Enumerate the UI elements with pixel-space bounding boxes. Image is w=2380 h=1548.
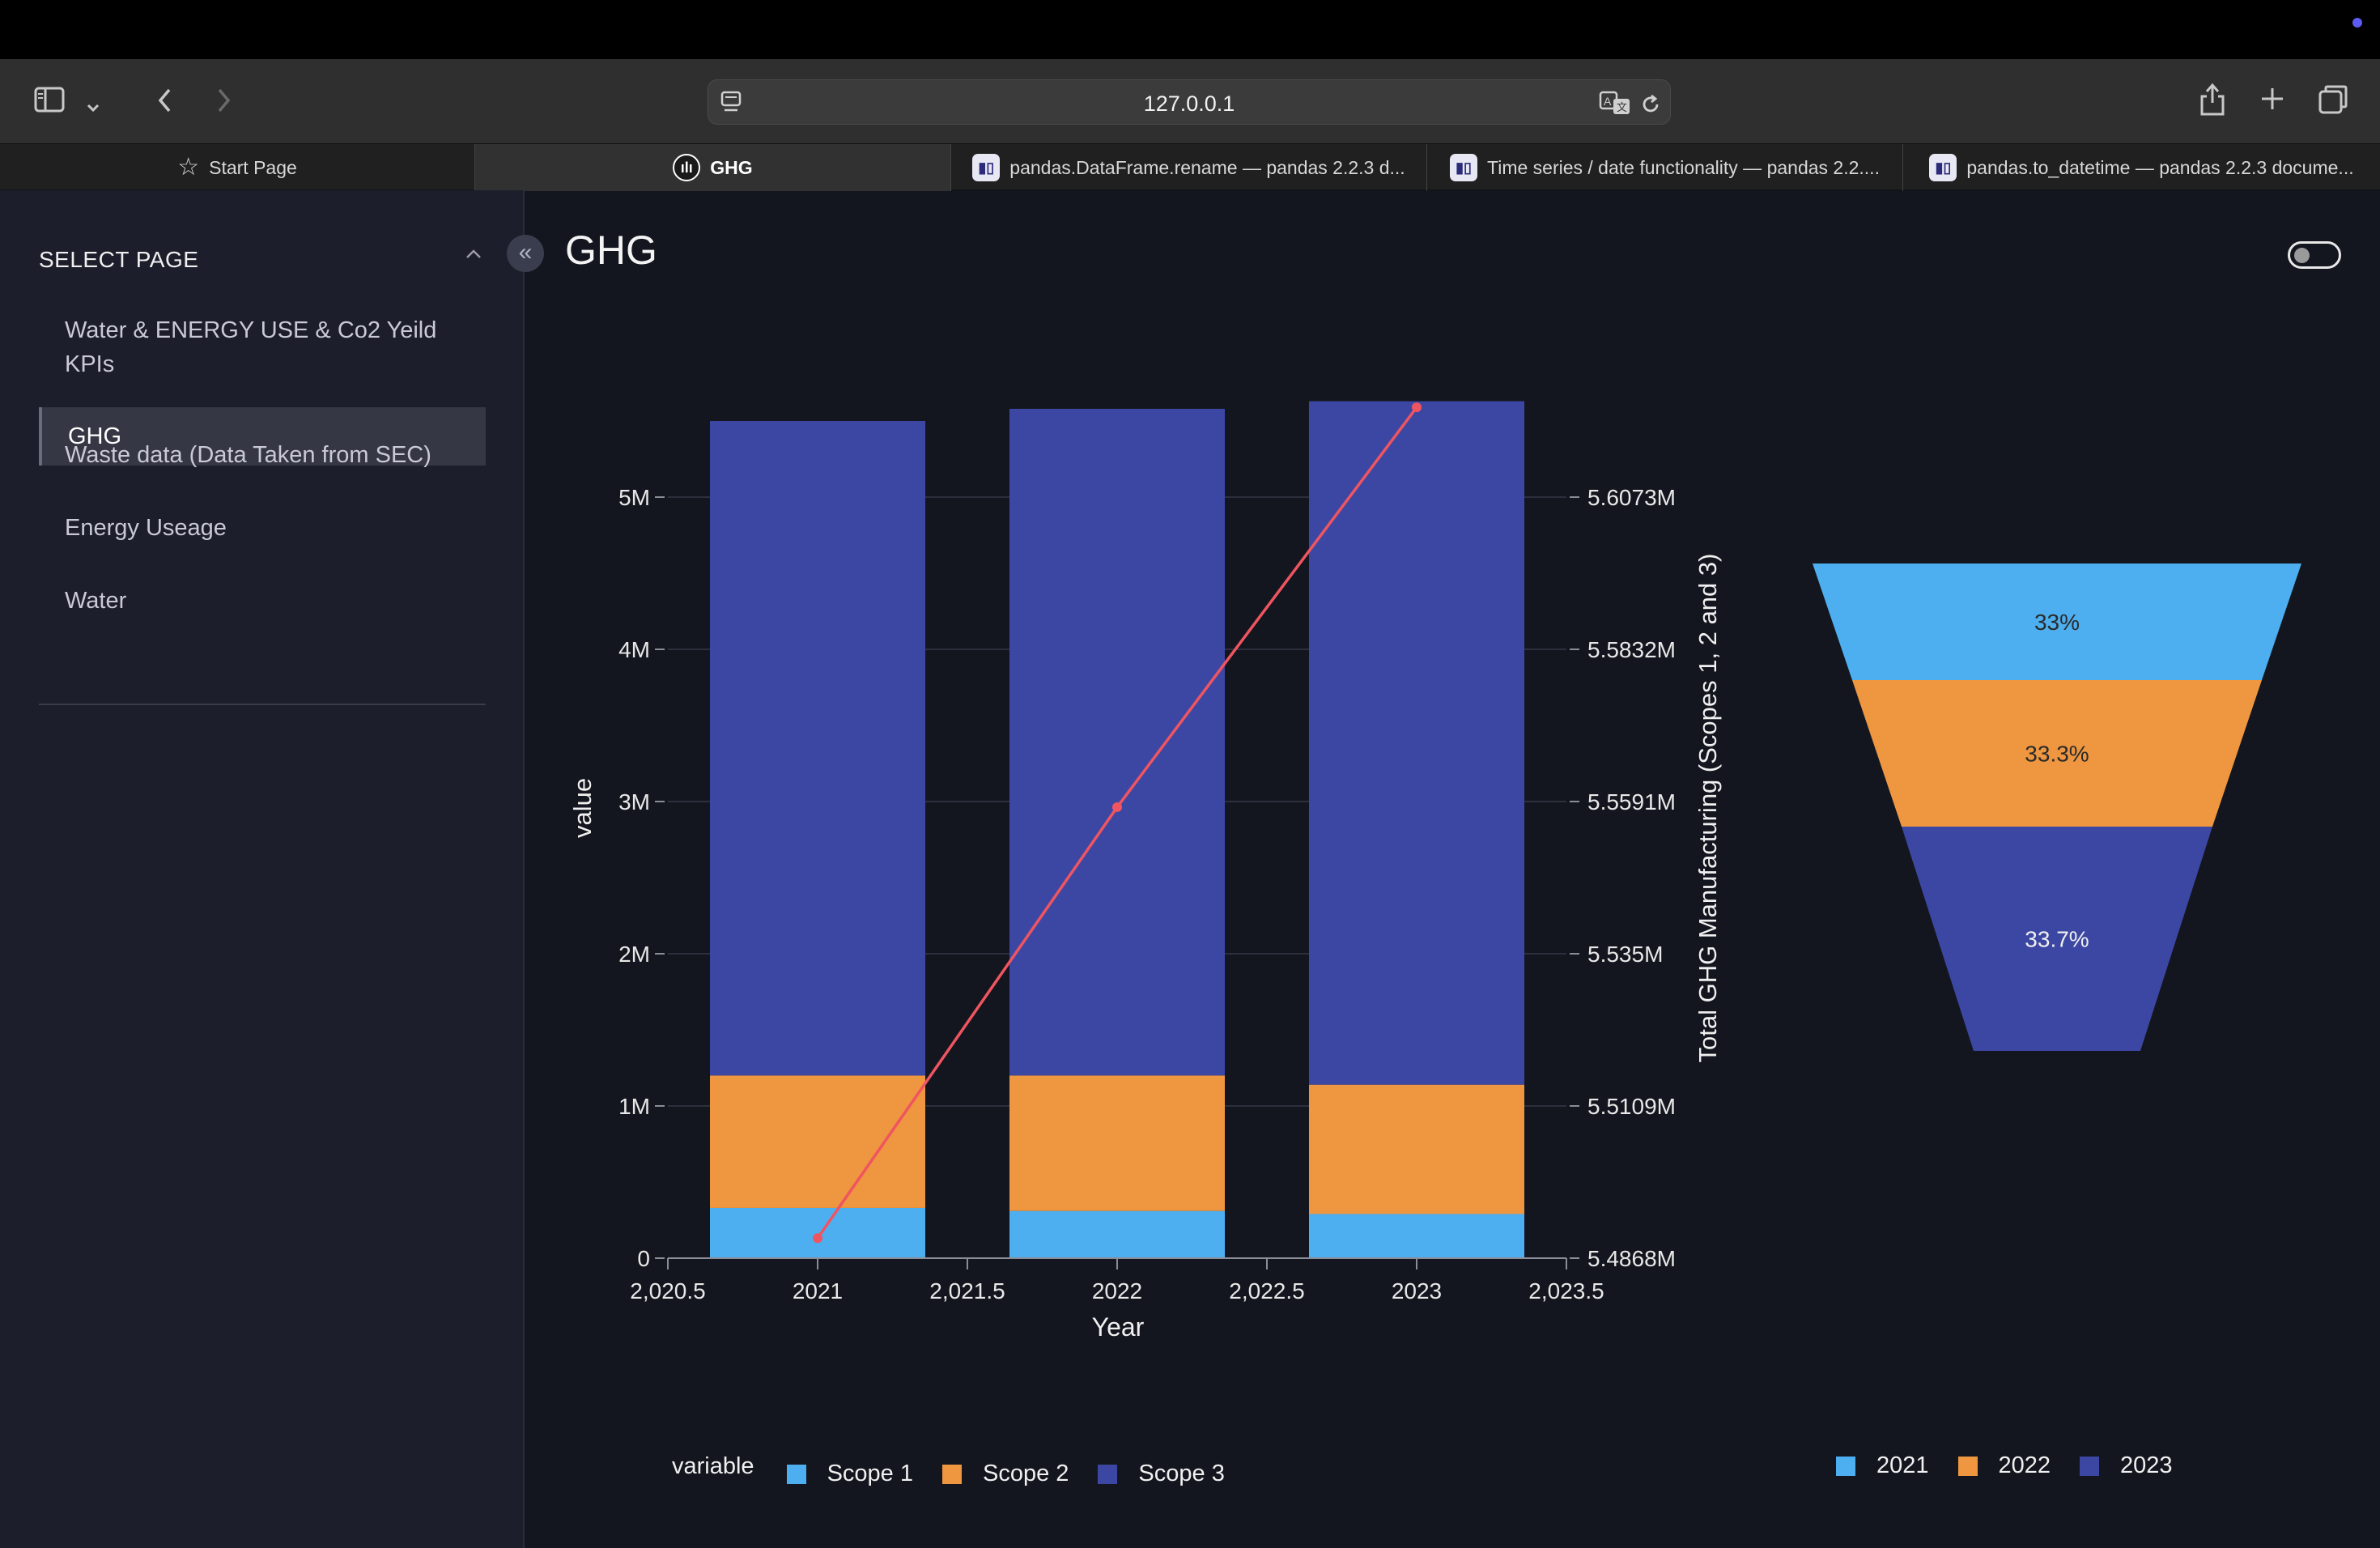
double-chevron-left-icon[interactable]: « (507, 235, 544, 272)
y2-tick-label: 5.535M (1587, 942, 1663, 967)
bar-scope2-2023 (1309, 1084, 1524, 1214)
legend-title: variable (672, 1453, 754, 1479)
bar-scope2-2022 (1009, 1075, 1225, 1211)
legend-swatch (1836, 1456, 1855, 1476)
bar-scope3-2021 (710, 421, 925, 1076)
legend-label: 2023 (2120, 1452, 2173, 1478)
bar-scope1-2022 (1009, 1210, 1225, 1258)
legend-swatch (1957, 1456, 1978, 1476)
bar-scope3-2023 (1309, 401, 1524, 1085)
legend-label: 2022 (1998, 1452, 2051, 1478)
x-tick-label: 2023 (1392, 1278, 1442, 1303)
legend-item-2021[interactable]: 2021 (1836, 1452, 1929, 1479)
y-tick-label: 4M (618, 637, 650, 662)
legend-item-2023[interactable]: 2023 (2080, 1452, 2173, 1479)
ghg-charts: 0 1M 2M 3M 4M 5M 5.4868M 5.5109M 5.535M 5.5591M 5.… (568, 401, 2301, 1342)
legend-swatch (1098, 1464, 1118, 1484)
y-tick-label: 3M (618, 789, 650, 814)
bar-legend: variable Scope 1 Scope 2 Scope 3 (672, 1446, 1254, 1487)
y-axis-title: value (568, 778, 597, 838)
y2-tick-label: 5.5109M (1587, 1094, 1676, 1119)
x-tick-label: 2021 (793, 1278, 843, 1303)
legend-swatch (786, 1464, 806, 1484)
bar-scope2-2021 (710, 1075, 925, 1208)
x-tick-label: 2,020.5 (630, 1278, 705, 1303)
line-point (1412, 402, 1422, 413)
bar-scope1-2023 (1309, 1214, 1524, 1258)
x-tick-label: 2022 (1092, 1278, 1142, 1303)
y2-tick-label: 5.4868M (1587, 1246, 1676, 1271)
legend-label: Scope 2 (982, 1461, 1069, 1486)
x-tick-label: 2,021.5 (929, 1278, 1005, 1303)
legend-item-scope3[interactable]: Scope 3 (1098, 1461, 1225, 1487)
funnel-label: 33.7% (2025, 927, 2089, 952)
y2-tick-label: 5.6073M (1587, 485, 1676, 510)
x-tick-label: 2,023.5 (1528, 1278, 1604, 1303)
secondary-y-axis-title: Total GHG Manufacturing (Scopes 1, 2 and… (1694, 554, 1722, 1063)
funnel-label: 33.3% (2025, 742, 2089, 767)
legend-label: Scope 1 (827, 1461, 913, 1486)
x-tick-label: 2,022.5 (1229, 1278, 1304, 1303)
legend-item-scope2[interactable]: Scope 2 (941, 1461, 1069, 1487)
legend-swatch (2080, 1456, 2100, 1476)
y2-tick-label: 5.5832M (1587, 637, 1676, 662)
line-point (1112, 802, 1122, 812)
legend-swatch (941, 1464, 962, 1484)
legend-label: 2021 (1876, 1452, 1929, 1478)
funnel-legend: 2021 2022 2023 (1836, 1452, 2202, 1479)
funnel-label: 33% (2034, 610, 2080, 635)
bar-scope3-2022 (1009, 408, 1225, 1076)
line-point (813, 1233, 822, 1244)
y-tick-label: 5M (618, 485, 650, 510)
y-tick-label: 1M (618, 1094, 650, 1119)
legend-item-scope1[interactable]: Scope 1 (786, 1461, 913, 1487)
bar-scope1-2021 (710, 1207, 925, 1258)
legend-item-2022[interactable]: 2022 (1957, 1452, 2051, 1479)
y-tick-label: 0 (637, 1246, 650, 1271)
y-tick-label: 2M (618, 942, 650, 967)
y2-tick-label: 5.5591M (1587, 789, 1676, 814)
legend-label: Scope 3 (1138, 1461, 1225, 1486)
x-axis-title: Year (1092, 1312, 1145, 1342)
